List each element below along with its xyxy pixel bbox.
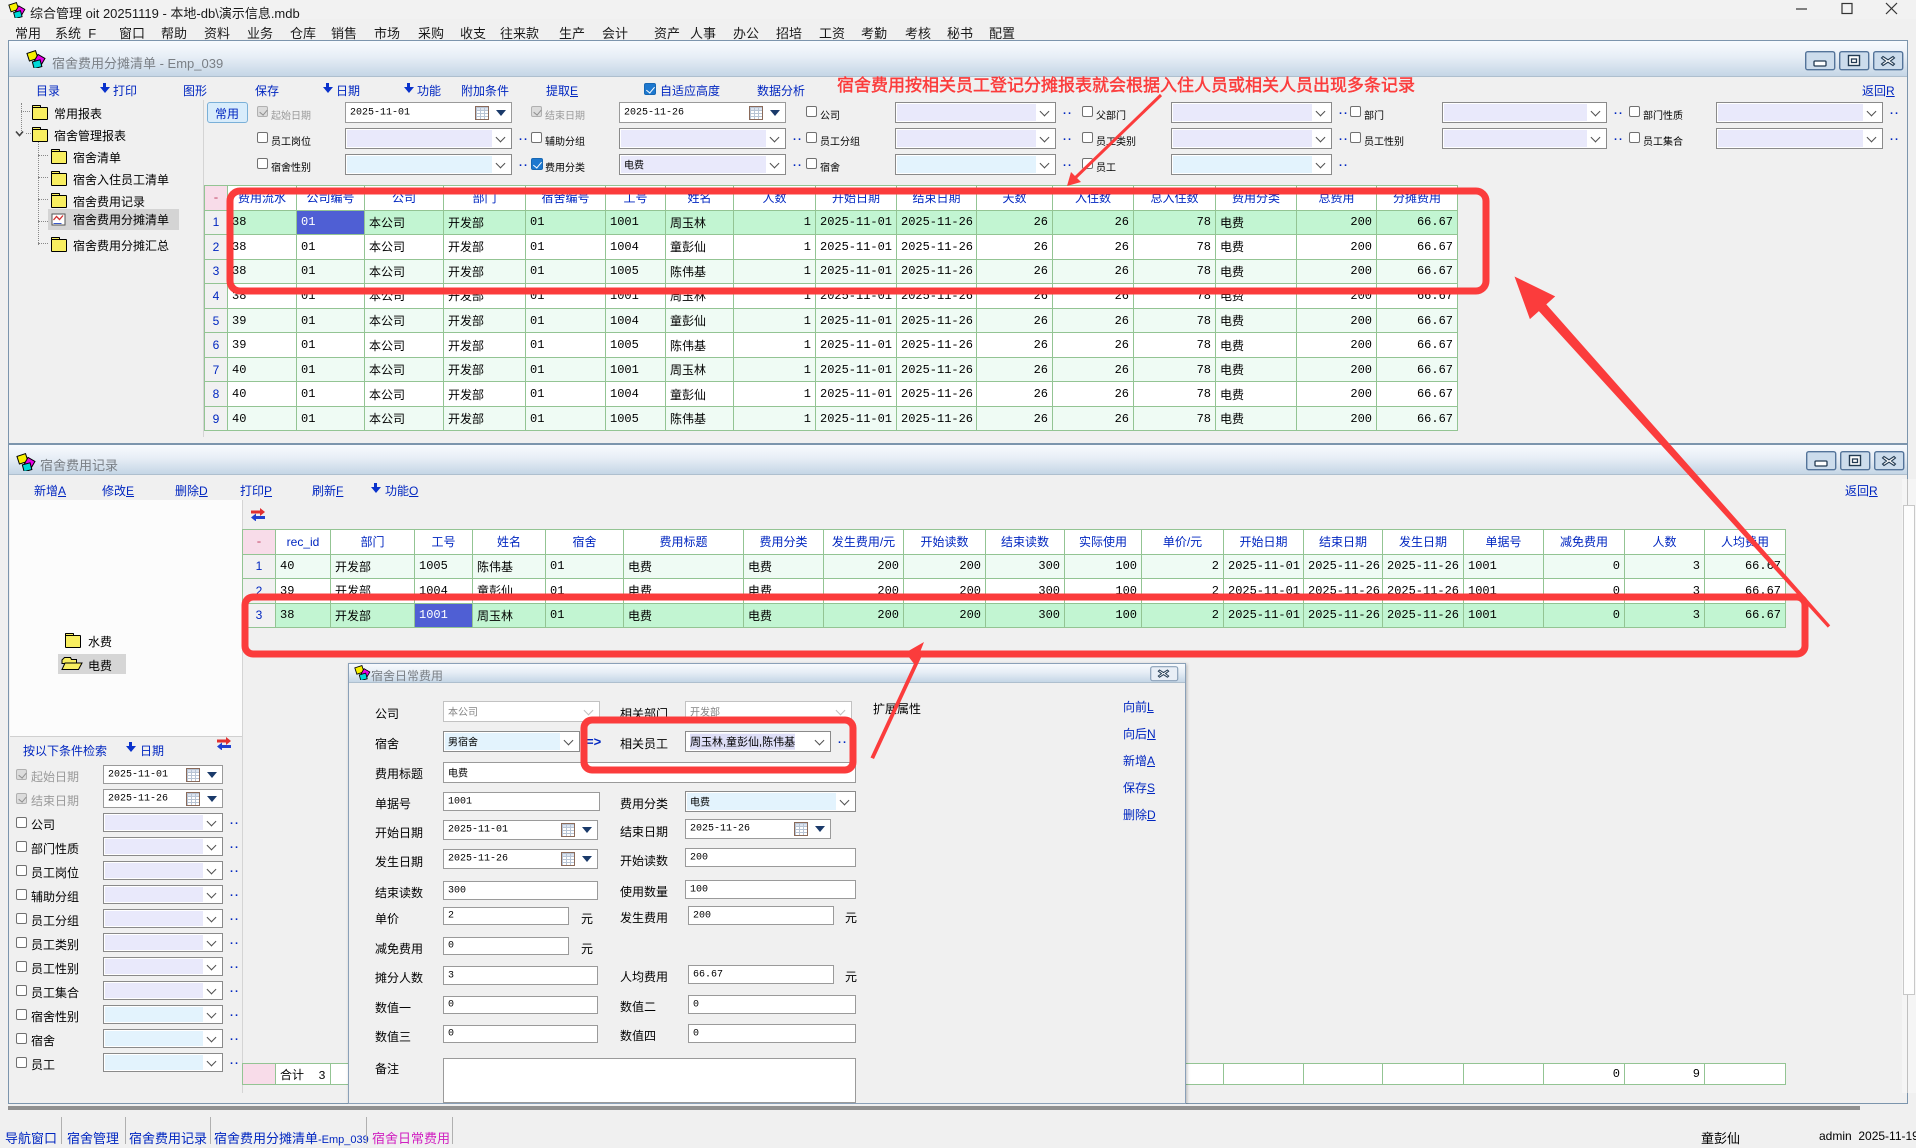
svg-text:宿舍费用按相关员工登记分摊报表就会根据入住人员或相关人员出现: 宿舍费用按相关员工登记分摊报表就会根据入住人员或相关人员出现多条记录 (837, 76, 1415, 95)
